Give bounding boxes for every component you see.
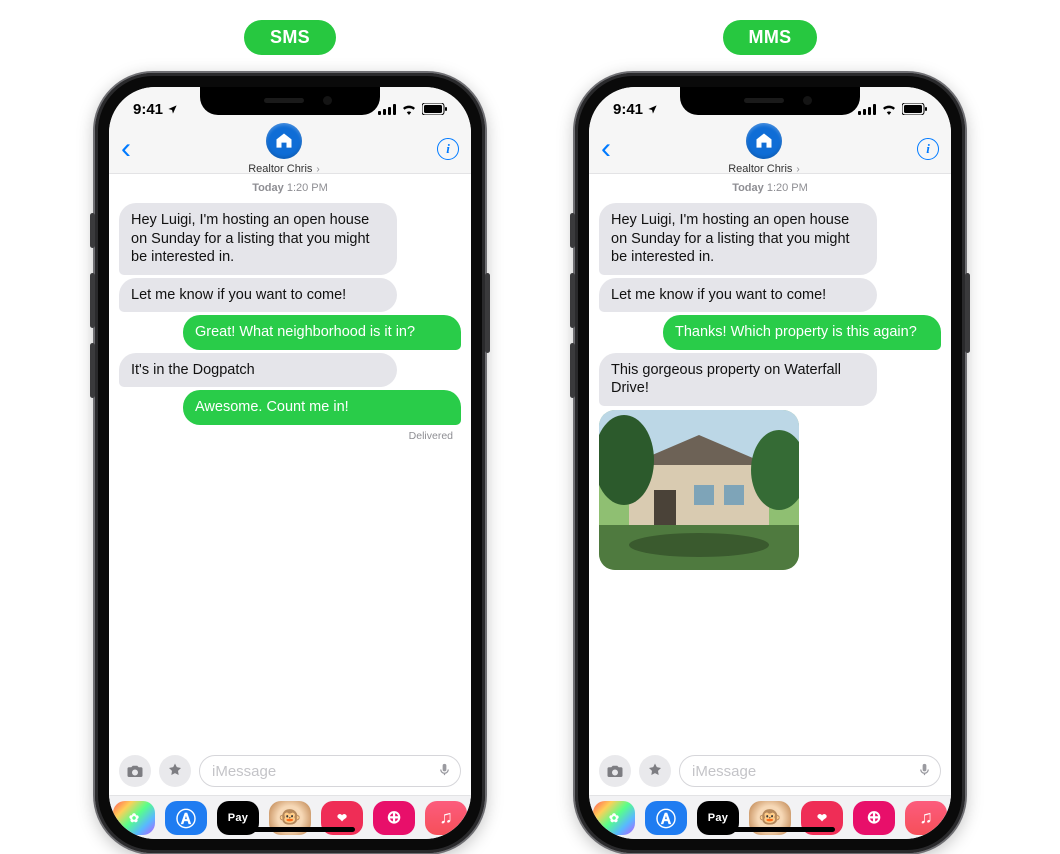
- app-images[interactable]: ⊕: [373, 801, 415, 835]
- app-music[interactable]: ♫: [905, 801, 947, 835]
- phone-mms: 9:41: [575, 73, 965, 853]
- back-button[interactable]: ‹: [601, 134, 611, 164]
- compose-input[interactable]: iMessage: [199, 755, 461, 787]
- appstore-button[interactable]: [639, 755, 671, 787]
- nav-bar: ‹ Realtor Chris › i: [589, 131, 951, 174]
- notch: [200, 87, 380, 115]
- bubble-in[interactable]: Hey Luigi, I'm hosting an open house on …: [119, 203, 397, 275]
- battery-icon: [422, 103, 447, 115]
- location-icon: [647, 104, 658, 115]
- sms-column: SMS 9:41: [95, 20, 485, 853]
- cell-signal-icon: [858, 104, 876, 115]
- mms-pill: MMS: [723, 20, 818, 55]
- timeline: Today 1:20 PM: [109, 174, 471, 200]
- bubble-out[interactable]: Great! What neighborhood is it in?: [183, 315, 461, 350]
- wifi-icon: [881, 104, 897, 115]
- bubble-out[interactable]: Awesome. Count me in!: [183, 390, 461, 425]
- app-photos[interactable]: ✿: [113, 801, 155, 835]
- comparison-stage: SMS 9:41: [0, 0, 1060, 853]
- bubble-in[interactable]: Let me know if you want to come!: [119, 278, 397, 313]
- contact-avatar[interactable]: [266, 123, 302, 159]
- appstore-button[interactable]: [159, 755, 191, 787]
- mms-column: MMS 9:41: [575, 20, 965, 853]
- timeline: Today 1:20 PM: [589, 174, 951, 200]
- nav-bar: ‹ Realtor Chris › i: [109, 131, 471, 174]
- compose-placeholder: iMessage: [692, 763, 756, 780]
- compose-bar: iMessage: [109, 747, 471, 795]
- app-strip[interactable]: ✿ Ⓐ Pay 🐵 ❤ ⊕ ♫: [589, 795, 951, 839]
- mms-image-bubble[interactable]: [599, 410, 799, 570]
- contact-avatar[interactable]: [746, 123, 782, 159]
- status-time: 9:41: [613, 101, 643, 118]
- chevron-right-icon: ›: [316, 164, 319, 175]
- cell-signal-icon: [378, 104, 396, 115]
- info-button[interactable]: i: [437, 138, 459, 160]
- bubble-in[interactable]: Hey Luigi, I'm hosting an open house on …: [599, 203, 877, 275]
- battery-icon: [902, 103, 927, 115]
- app-photos[interactable]: ✿: [593, 801, 635, 835]
- home-indicator[interactable]: [705, 827, 835, 832]
- compose-bar: iMessage: [589, 747, 951, 795]
- chat-mms[interactable]: Hey Luigi, I'm hosting an open house on …: [589, 200, 951, 747]
- bubble-out[interactable]: Thanks! Which property is this again?: [663, 315, 941, 350]
- camera-button[interactable]: [599, 755, 631, 787]
- app-store[interactable]: Ⓐ: [165, 801, 207, 835]
- status-time: 9:41: [133, 101, 163, 118]
- mic-icon[interactable]: [437, 760, 452, 783]
- notch: [680, 87, 860, 115]
- wifi-icon: [401, 104, 417, 115]
- compose-placeholder: iMessage: [212, 763, 276, 780]
- bubble-in[interactable]: It's in the Dogpatch: [119, 353, 397, 388]
- location-icon: [167, 104, 178, 115]
- compose-input[interactable]: iMessage: [679, 755, 941, 787]
- chevron-right-icon: ›: [796, 164, 799, 175]
- chat-sms[interactable]: Hey Luigi, I'm hosting an open house on …: [109, 200, 471, 747]
- bubble-in[interactable]: Let me know if you want to come!: [599, 278, 877, 313]
- app-store[interactable]: Ⓐ: [645, 801, 687, 835]
- delivered-label: Delivered: [119, 428, 461, 442]
- back-button[interactable]: ‹: [121, 134, 131, 164]
- info-button[interactable]: i: [917, 138, 939, 160]
- phone-sms: 9:41: [95, 73, 485, 853]
- app-music[interactable]: ♫: [425, 801, 467, 835]
- app-strip[interactable]: ✿ Ⓐ Pay 🐵 ❤ ⊕ ♫: [109, 795, 471, 839]
- home-indicator[interactable]: [225, 827, 355, 832]
- bubble-in[interactable]: This gorgeous property on Waterfall Driv…: [599, 353, 877, 406]
- camera-button[interactable]: [119, 755, 151, 787]
- sms-pill: SMS: [244, 20, 336, 55]
- app-images[interactable]: ⊕: [853, 801, 895, 835]
- mic-icon[interactable]: [917, 760, 932, 783]
